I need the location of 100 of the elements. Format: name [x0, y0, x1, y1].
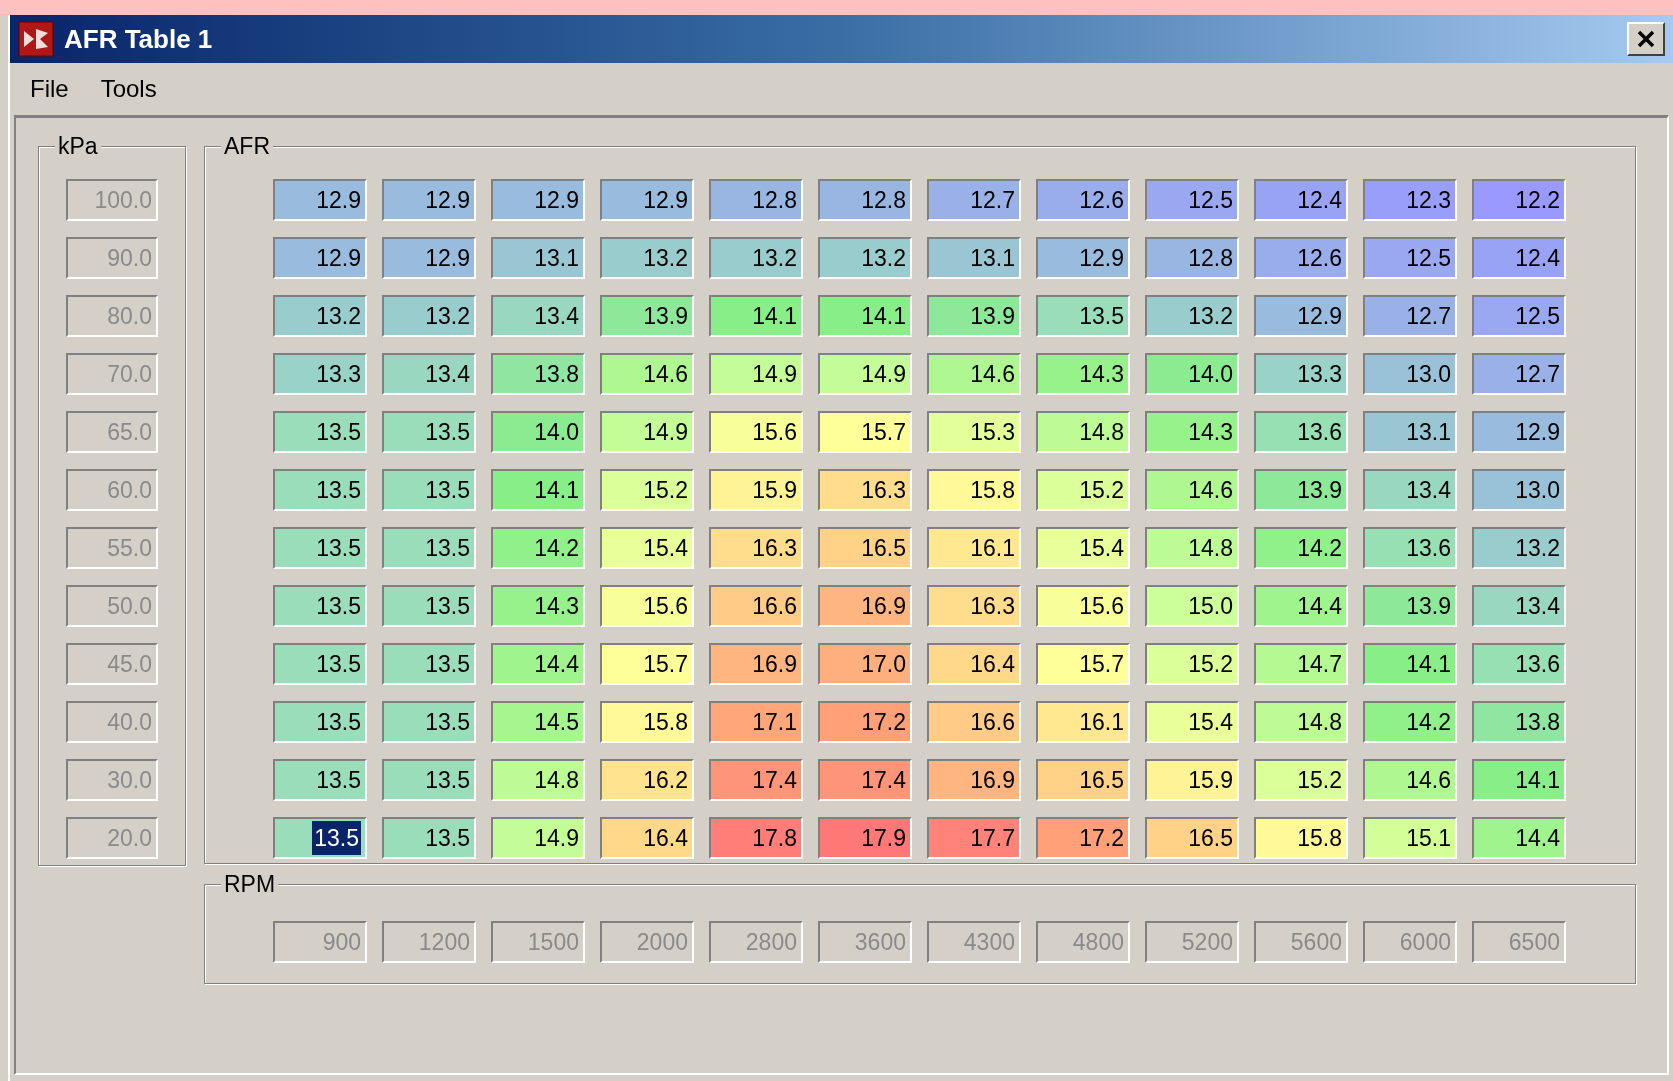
afr-cell[interactable]: 12.9 [600, 179, 694, 221]
afr-cell[interactable]: 12.7 [1472, 353, 1566, 395]
afr-cell[interactable]: 13.9 [927, 295, 1021, 337]
afr-cell[interactable]: 16.6 [709, 585, 803, 627]
afr-cell[interactable]: 15.6 [1036, 585, 1130, 627]
afr-cell[interactable]: 14.8 [1036, 411, 1130, 453]
afr-cell[interactable]: 12.9 [1472, 411, 1566, 453]
afr-cell[interactable]: 17.1 [709, 701, 803, 743]
afr-cell[interactable]: 16.1 [1036, 701, 1130, 743]
afr-cell[interactable]: 14.2 [1254, 527, 1348, 569]
afr-cell[interactable]: 14.1 [709, 295, 803, 337]
afr-cell[interactable]: 13.5 [273, 817, 367, 859]
afr-cell[interactable]: 16.1 [927, 527, 1021, 569]
afr-cell[interactable]: 14.4 [1472, 817, 1566, 859]
afr-cell[interactable]: 13.8 [1472, 701, 1566, 743]
afr-cell[interactable]: 12.9 [491, 179, 585, 221]
afr-cell[interactable]: 15.1 [1363, 817, 1457, 859]
afr-cell[interactable]: 12.9 [1036, 237, 1130, 279]
afr-cell[interactable]: 13.5 [382, 759, 476, 801]
afr-cell[interactable]: 14.9 [818, 353, 912, 395]
afr-cell[interactable]: 13.5 [273, 701, 367, 743]
afr-cell[interactable]: 16.5 [1145, 817, 1239, 859]
afr-cell[interactable]: 13.5 [1036, 295, 1130, 337]
afr-cell[interactable]: 13.1 [927, 237, 1021, 279]
afr-cell[interactable]: 12.7 [927, 179, 1021, 221]
afr-cell[interactable]: 15.2 [600, 469, 694, 511]
afr-cell[interactable]: 14.1 [1472, 759, 1566, 801]
afr-cell[interactable]: 14.8 [491, 759, 585, 801]
afr-cell[interactable]: 16.5 [818, 527, 912, 569]
afr-cell[interactable]: 13.0 [1363, 353, 1457, 395]
afr-cell[interactable]: 14.6 [600, 353, 694, 395]
afr-cell[interactable]: 12.8 [818, 179, 912, 221]
afr-cell[interactable]: 15.2 [1145, 643, 1239, 685]
afr-cell[interactable]: 16.5 [1036, 759, 1130, 801]
afr-cell[interactable]: 15.6 [600, 585, 694, 627]
afr-cell[interactable]: 14.2 [1363, 701, 1457, 743]
afr-cell[interactable]: 12.7 [1363, 295, 1457, 337]
afr-cell[interactable]: 13.5 [273, 411, 367, 453]
afr-cell[interactable]: 13.1 [1363, 411, 1457, 453]
afr-cell[interactable]: 15.2 [1036, 469, 1130, 511]
afr-cell[interactable]: 14.9 [709, 353, 803, 395]
afr-cell[interactable]: 12.9 [273, 237, 367, 279]
afr-cell[interactable]: 12.5 [1363, 237, 1457, 279]
afr-cell[interactable]: 16.9 [927, 759, 1021, 801]
afr-cell[interactable]: 12.4 [1472, 237, 1566, 279]
afr-cell[interactable]: 13.6 [1472, 643, 1566, 685]
afr-cell[interactable]: 16.3 [927, 585, 1021, 627]
afr-cell[interactable]: 15.7 [818, 411, 912, 453]
afr-cell[interactable]: 13.2 [1145, 295, 1239, 337]
afr-cell[interactable]: 14.1 [1363, 643, 1457, 685]
afr-cell[interactable]: 14.7 [1254, 643, 1348, 685]
afr-cell[interactable]: 12.9 [382, 237, 476, 279]
afr-cell[interactable]: 14.4 [491, 643, 585, 685]
afr-cell[interactable]: 17.2 [1036, 817, 1130, 859]
close-button[interactable] [1627, 22, 1665, 56]
afr-cell[interactable]: 13.6 [1254, 411, 1348, 453]
afr-cell[interactable]: 14.2 [491, 527, 585, 569]
afr-cell[interactable]: 17.8 [709, 817, 803, 859]
afr-cell[interactable]: 13.5 [382, 701, 476, 743]
menu-item[interactable]: Tools [92, 71, 165, 107]
afr-cell[interactable]: 14.8 [1254, 701, 1348, 743]
afr-cell[interactable]: 13.5 [382, 643, 476, 685]
afr-cell[interactable]: 15.8 [600, 701, 694, 743]
afr-cell[interactable]: 13.3 [273, 353, 367, 395]
afr-cell[interactable]: 13.5 [273, 643, 367, 685]
afr-cell[interactable]: 12.8 [1145, 237, 1239, 279]
afr-cell[interactable]: 13.5 [382, 527, 476, 569]
afr-cell[interactable]: 13.2 [709, 237, 803, 279]
afr-cell[interactable]: 16.4 [600, 817, 694, 859]
afr-cell[interactable]: 13.4 [382, 353, 476, 395]
afr-cell[interactable]: 15.8 [1254, 817, 1348, 859]
afr-cell[interactable]: 16.4 [927, 643, 1021, 685]
afr-cell[interactable]: 13.4 [1472, 585, 1566, 627]
afr-cell[interactable]: 15.4 [1036, 527, 1130, 569]
afr-cell[interactable]: 14.4 [1254, 585, 1348, 627]
afr-cell[interactable]: 12.6 [1254, 237, 1348, 279]
afr-cell[interactable]: 13.9 [1363, 585, 1457, 627]
afr-cell[interactable]: 12.8 [709, 179, 803, 221]
afr-cell[interactable]: 13.9 [600, 295, 694, 337]
afr-cell[interactable]: 14.1 [491, 469, 585, 511]
afr-cell[interactable]: 14.1 [818, 295, 912, 337]
afr-cell[interactable]: 13.5 [382, 585, 476, 627]
afr-cell[interactable]: 14.8 [1145, 527, 1239, 569]
afr-cell[interactable]: 13.5 [382, 817, 476, 859]
afr-cell[interactable]: 13.0 [1472, 469, 1566, 511]
afr-cell[interactable]: 12.9 [382, 179, 476, 221]
afr-cell[interactable]: 14.6 [1363, 759, 1457, 801]
afr-cell[interactable]: 16.6 [927, 701, 1021, 743]
afr-cell[interactable]: 13.2 [273, 295, 367, 337]
afr-cell[interactable]: 15.3 [927, 411, 1021, 453]
afr-cell[interactable]: 13.5 [273, 585, 367, 627]
afr-cell[interactable]: 13.5 [273, 759, 367, 801]
afr-cell[interactable]: 14.0 [491, 411, 585, 453]
afr-cell[interactable]: 14.5 [491, 701, 585, 743]
afr-cell[interactable]: 14.6 [1145, 469, 1239, 511]
afr-cell[interactable]: 15.7 [600, 643, 694, 685]
afr-cell[interactable]: 14.0 [1145, 353, 1239, 395]
afr-cell[interactable]: 13.2 [818, 237, 912, 279]
afr-cell[interactable]: 17.4 [818, 759, 912, 801]
afr-cell[interactable]: 13.5 [382, 411, 476, 453]
